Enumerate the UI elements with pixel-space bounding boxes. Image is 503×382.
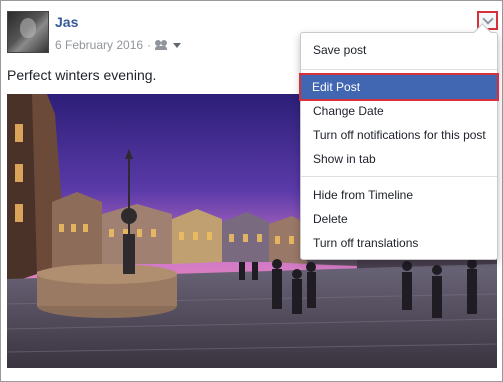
avatar[interactable]	[7, 11, 49, 53]
menu-item-turn-off-translations[interactable]: Turn off translations	[301, 231, 497, 255]
friends-icon[interactable]	[155, 40, 169, 50]
menu-divider	[301, 69, 497, 70]
menu-item-turn-off-notifications[interactable]: Turn off notifications for this post	[301, 123, 497, 147]
menu-item-hide-from-timeline[interactable]: Hide from Timeline	[301, 183, 497, 207]
post-text: Perfect winters evening.	[7, 67, 157, 83]
chevron-down-icon	[481, 12, 494, 25]
meta-separator: ·	[147, 38, 152, 52]
menu-item-show-in-tab[interactable]: Show in tab	[301, 147, 497, 171]
menu-item-edit-post[interactable]: Edit Post	[299, 73, 499, 101]
menu-item-delete[interactable]: Delete	[301, 207, 497, 231]
menu-divider	[301, 176, 497, 177]
author-name[interactable]: Jas	[55, 14, 78, 30]
post-date[interactable]: 6 February 2016	[55, 38, 143, 52]
menu-item-change-date[interactable]: Change Date	[301, 99, 497, 123]
post-meta: 6 February 2016 ·	[55, 38, 182, 52]
audience-caret-icon[interactable]	[173, 42, 182, 48]
post-card: Jas 6 February 2016 · Perfect winters ev…	[0, 0, 503, 382]
post-options-menu: Save post Edit Post Change Date Turn off…	[299, 32, 499, 260]
menu-item-save-post[interactable]: Save post	[301, 38, 497, 62]
